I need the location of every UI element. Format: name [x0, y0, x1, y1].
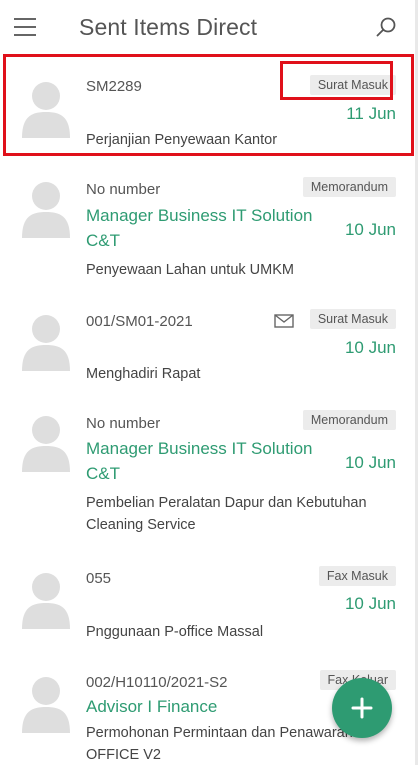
avatar: [22, 182, 70, 238]
item-reference: SM2289: [86, 78, 142, 95]
item-reference: 055: [86, 570, 112, 587]
avatar: [22, 315, 70, 371]
item-type-badge: Surat Masuk: [309, 75, 396, 95]
item-type-badge: Surat Masuk: [309, 309, 396, 329]
add-button[interactable]: [332, 678, 392, 738]
item-reference: No number: [86, 415, 161, 432]
item-subject: Pembelian Peralatan Dapur dan Kebutuhan …: [86, 495, 367, 533]
avatar: [22, 573, 70, 629]
item-sender: Advisor I Finance: [86, 697, 218, 716]
item-reference: 002/H10110/2021-S2: [86, 674, 228, 691]
item-sender: Manager Business IT Solution C&T: [86, 439, 313, 483]
avatar: [22, 677, 70, 733]
item-reference: 001/SM01-2021: [86, 313, 193, 330]
item-date: 11 Jun: [346, 104, 396, 123]
item-subject: Pnggunaan P-office Massal: [86, 624, 264, 640]
app-bar: Sent Items Direct: [0, 0, 418, 56]
list-item[interactable]: No number Memorandum Manager Business IT…: [0, 408, 418, 553]
list-item[interactable]: 001/SM01-2021 Surat Masuk 10 Jun Menghad…: [0, 301, 418, 401]
item-subject: Perjanjian Penyewaan Kantor: [86, 132, 278, 148]
item-subject: Menghadiri Rapat: [86, 366, 201, 382]
list-item[interactable]: SM2289 Surat Masuk 11 Jun Perjanjian Pen…: [0, 56, 418, 158]
item-reference: No number: [86, 181, 161, 198]
item-date: 10 Jun: [344, 220, 396, 239]
item-date: 10 Jun: [344, 338, 396, 357]
avatar: [22, 416, 70, 472]
list-item[interactable]: 055 Fax Masuk 10 Jun Pnggunaan P-office …: [0, 563, 418, 663]
page-title: Sent Items Direct: [79, 14, 258, 40]
item-date: 10 Jun: [344, 594, 396, 613]
list-item[interactable]: No number Memorandum Manager Business IT…: [0, 168, 418, 288]
mail-icon: [274, 314, 294, 328]
search-icon[interactable]: [374, 16, 398, 40]
plus-icon: [351, 697, 373, 719]
item-date: 10 Jun: [344, 453, 396, 472]
item-subject: Penyewaan Lahan untuk UMKM: [86, 262, 294, 278]
item-type-badge: Fax Masuk: [318, 566, 396, 586]
item-type-badge: Memorandum: [302, 410, 396, 430]
hamburger-menu-icon[interactable]: [14, 18, 38, 38]
avatar: [22, 82, 70, 138]
item-type-badge: Memorandum: [302, 177, 396, 197]
item-sender: Manager Business IT Solution C&T: [86, 206, 313, 250]
